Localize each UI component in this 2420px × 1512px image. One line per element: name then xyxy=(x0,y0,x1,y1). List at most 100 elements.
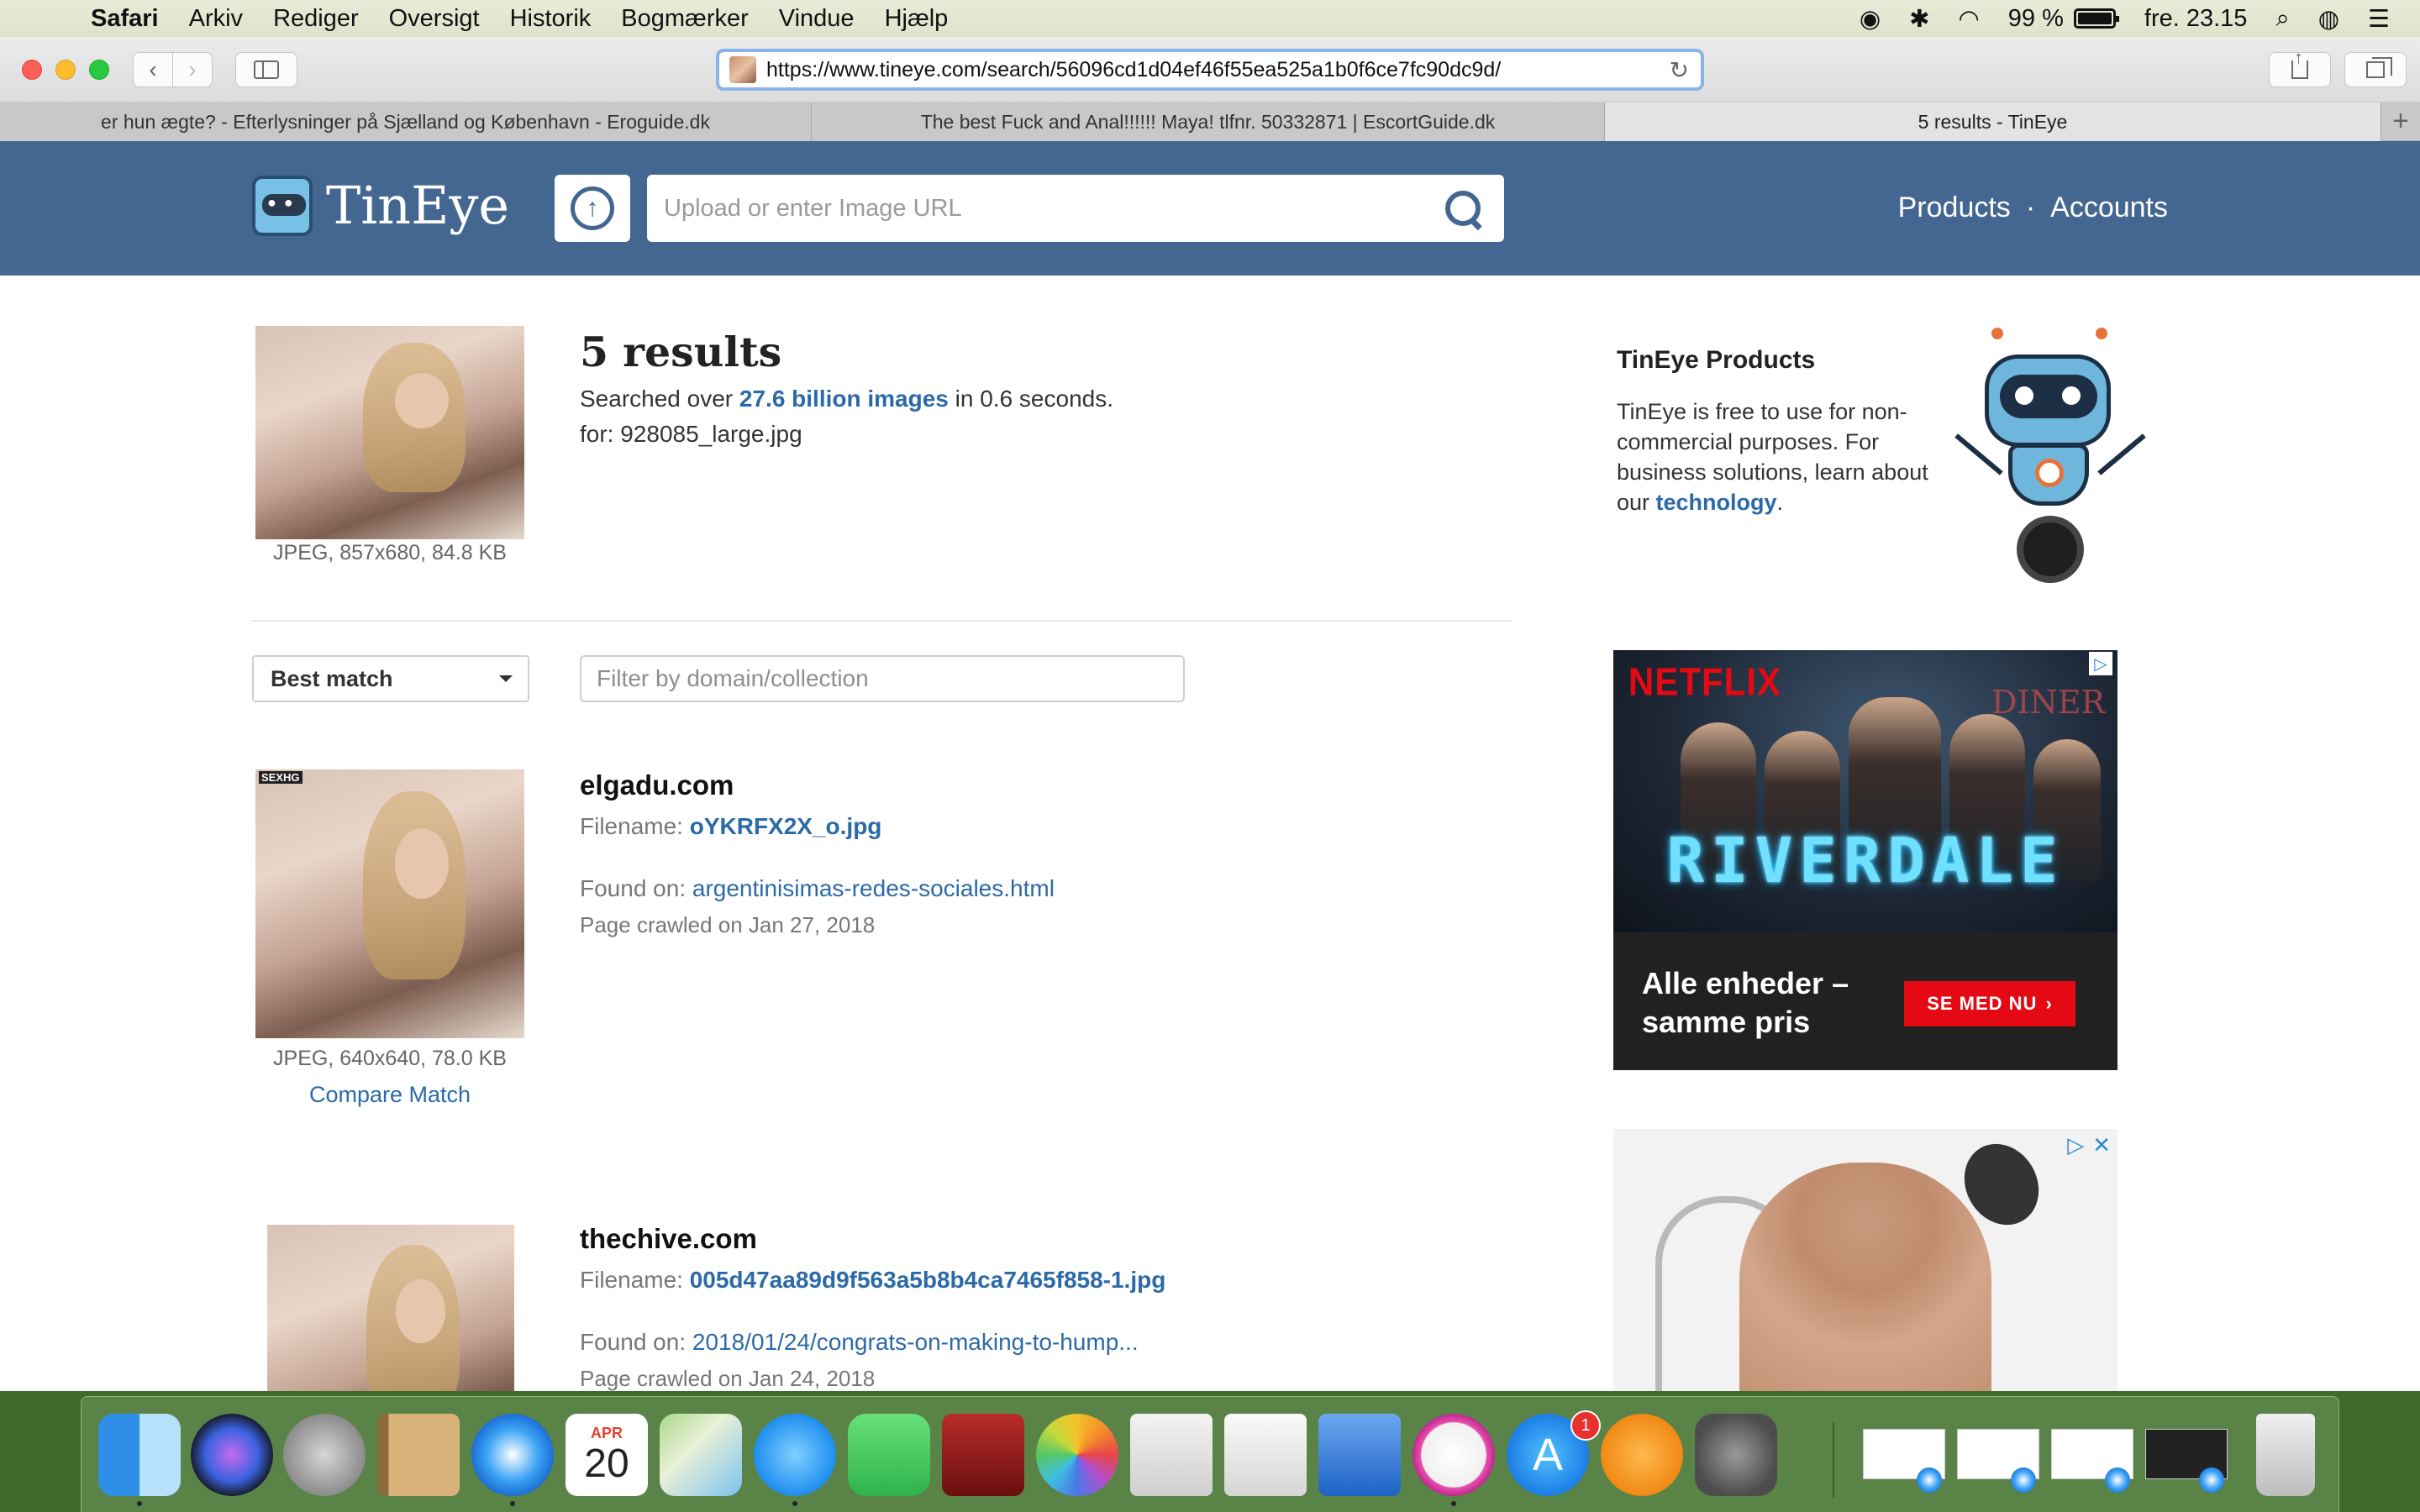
search-icon[interactable] xyxy=(1444,189,1482,228)
tab-escortguide[interactable]: The best Fuck and Anal!!!!!! Maya! tlfnr… xyxy=(812,102,1605,141)
close-icon[interactable]: ✕ xyxy=(2092,1132,2111,1158)
share-button[interactable] xyxy=(2269,47,2331,87)
tab-bar: er hun ægte? - Efterlysninger på Sjællan… xyxy=(0,102,2420,141)
man-image xyxy=(1739,1163,1991,1391)
menu-oversigt[interactable]: Oversigt xyxy=(389,5,480,33)
menu-hjaelp[interactable]: Hjælp xyxy=(885,5,949,33)
eye-status-icon[interactable]: ◉ xyxy=(1860,4,1881,34)
ad-controls: ▷ ✕ xyxy=(2067,1132,2111,1158)
photos-icon[interactable] xyxy=(1036,1414,1118,1496)
menu-arkiv[interactable]: Arkiv xyxy=(189,5,243,33)
nav-products[interactable]: Products xyxy=(1898,192,2011,224)
wifi-icon[interactable]: ◠ xyxy=(1958,4,1979,34)
netflix-ad[interactable]: DINER NETFLIX RIVERDALE ▷ Alle enheder –… xyxy=(1613,650,2118,1070)
sidebar-toggle-button[interactable] xyxy=(235,52,297,87)
query-filename: for: 928085_large.jpg xyxy=(580,421,802,447)
maps-icon[interactable] xyxy=(660,1414,742,1496)
forward-button[interactable]: › xyxy=(172,52,213,87)
summary-suffix: in 0.6 seconds. xyxy=(948,386,1113,412)
compare-match-link[interactable]: Compare Match xyxy=(255,1082,524,1108)
menu-bogmaerker[interactable]: Bogmærker xyxy=(621,5,749,33)
filter-input[interactable] xyxy=(580,655,1185,702)
menu-rediger[interactable]: Rediger xyxy=(273,5,359,33)
pages-icon[interactable] xyxy=(1130,1414,1213,1496)
contacts-icon[interactable] xyxy=(377,1414,460,1496)
safari-badge-icon xyxy=(2105,1467,2130,1493)
window-close-button[interactable] xyxy=(22,60,42,80)
facetime-icon[interactable] xyxy=(848,1414,930,1496)
url-text[interactable]: https://www.tineye.com/search/56096cd1d0… xyxy=(766,58,1501,82)
tab-tineye[interactable]: 5 results - TinEye xyxy=(1605,102,2381,141)
reload-icon[interactable]: ↻ xyxy=(1670,56,1689,84)
siri-icon[interactable]: ◍ xyxy=(2318,4,2339,34)
address-bar[interactable]: https://www.tineye.com/search/56096cd1d0… xyxy=(716,49,1704,91)
window-zoom-button[interactable] xyxy=(89,60,109,80)
technology-link[interactable]: technology xyxy=(1656,490,1777,515)
search-summary: Searched over 27.6 billion images in 0.6… xyxy=(580,381,1113,452)
sort-dropdown[interactable]: Best match xyxy=(252,655,529,702)
trash-icon[interactable] xyxy=(2256,1414,2315,1496)
result-image[interactable] xyxy=(267,1225,514,1391)
filename-label: Filename: xyxy=(580,813,690,839)
finder-icon[interactable] xyxy=(98,1414,181,1496)
found-on-label: Found on: xyxy=(580,1329,692,1355)
tineye-logo[interactable]: TinEye xyxy=(252,175,509,236)
show-tabs-button[interactable] xyxy=(2344,52,2407,87)
filename-link[interactable]: 005d47aa89d9f563a5b8b4ca7465f858-1.jpg xyxy=(690,1267,1166,1293)
safari-icon[interactable] xyxy=(471,1414,554,1496)
ad-choices-icon[interactable]: ▷ xyxy=(2089,652,2112,675)
result-item: SEXHG JPEG, 640x640, 78.0 KB Compare Mat… xyxy=(252,769,1512,1273)
back-button[interactable]: ‹ xyxy=(133,52,173,87)
battery-percent[interactable]: 99 % xyxy=(2008,5,2064,33)
result-image[interactable]: SEXHG xyxy=(255,769,524,1038)
ad-choices-icon[interactable]: ▷ xyxy=(2067,1132,2084,1158)
upload-button[interactable]: ↑ xyxy=(555,175,630,242)
spotlight-icon[interactable]: ⌕ xyxy=(2275,5,2289,33)
site-favicon xyxy=(729,56,756,83)
billion-images-link[interactable]: 27.6 billion images xyxy=(739,386,949,412)
battery-icon[interactable] xyxy=(2073,8,2119,29)
ad-cta-label: SE MED NU xyxy=(1927,993,2038,1014)
menu-app-safari[interactable]: Safari xyxy=(91,5,159,33)
new-tab-button[interactable]: + xyxy=(2381,102,2420,140)
bluetooth-icon[interactable]: ✱ xyxy=(1909,4,1929,34)
search-input[interactable] xyxy=(664,194,1420,223)
grooming-ad[interactable]: ▷ ✕ xyxy=(1613,1129,2118,1391)
calendar-month: APR xyxy=(590,1424,623,1441)
siri-app-icon[interactable] xyxy=(191,1414,273,1496)
calendar-icon[interactable]: APR 20 xyxy=(566,1414,648,1496)
system-preferences-icon[interactable] xyxy=(1695,1414,1777,1496)
watermark-label: SEXHG xyxy=(259,771,302,784)
launchpad-icon[interactable] xyxy=(283,1414,366,1496)
products-title: TinEye Products xyxy=(1617,346,1816,374)
tabs-overview-icon xyxy=(2366,57,2392,78)
numbers-icon[interactable] xyxy=(1224,1414,1307,1496)
photo-booth-icon[interactable] xyxy=(942,1414,1024,1496)
messages-icon[interactable] xyxy=(754,1414,836,1496)
summary-prefix: Searched over xyxy=(580,386,739,412)
result-image-meta: JPEG, 640x640, 78.0 KB xyxy=(273,1047,507,1070)
found-on-label: Found on: xyxy=(580,875,692,901)
nav-accounts[interactable]: Accounts xyxy=(2050,192,2168,224)
menu-historik[interactable]: Historik xyxy=(510,5,592,33)
query-image[interactable] xyxy=(255,326,524,539)
tab-eroguide[interactable]: er hun ægte? - Efterlysninger på Sjællan… xyxy=(0,102,812,141)
ibooks-icon[interactable] xyxy=(1601,1414,1683,1496)
products-end: . xyxy=(1776,490,1784,515)
result-found-on: Found on: argentinisimas-redes-sociales.… xyxy=(580,875,1055,902)
keynote-icon[interactable] xyxy=(1318,1414,1401,1496)
site-header: TinEye ↑ Products · Accounts xyxy=(0,141,2420,276)
dock: APR 20 A 1 xyxy=(81,1396,2339,1512)
found-on-link[interactable]: argentinisimas-redes-sociales.html xyxy=(692,875,1055,901)
result-domain[interactable]: elgadu.com xyxy=(580,769,734,801)
window-minimize-button[interactable] xyxy=(55,60,76,80)
found-on-link[interactable]: 2018/01/24/congrats-on-making-to-hump... xyxy=(692,1329,1139,1355)
clock[interactable]: fre. 23.15 xyxy=(2144,5,2248,33)
notification-center-icon[interactable]: ☰ xyxy=(2368,4,2390,34)
filename-link[interactable]: oYKRFX2X_o.jpg xyxy=(690,813,882,839)
menu-vindue[interactable]: Vindue xyxy=(779,5,855,33)
itunes-icon[interactable] xyxy=(1413,1414,1495,1496)
result-domain[interactable]: thechive.com xyxy=(580,1223,757,1255)
ad-cta-button[interactable]: SE MED NU › xyxy=(1904,981,2075,1026)
web-page: TinEye ↑ Products · Accounts JPEG, 857x6… xyxy=(0,141,2420,1391)
